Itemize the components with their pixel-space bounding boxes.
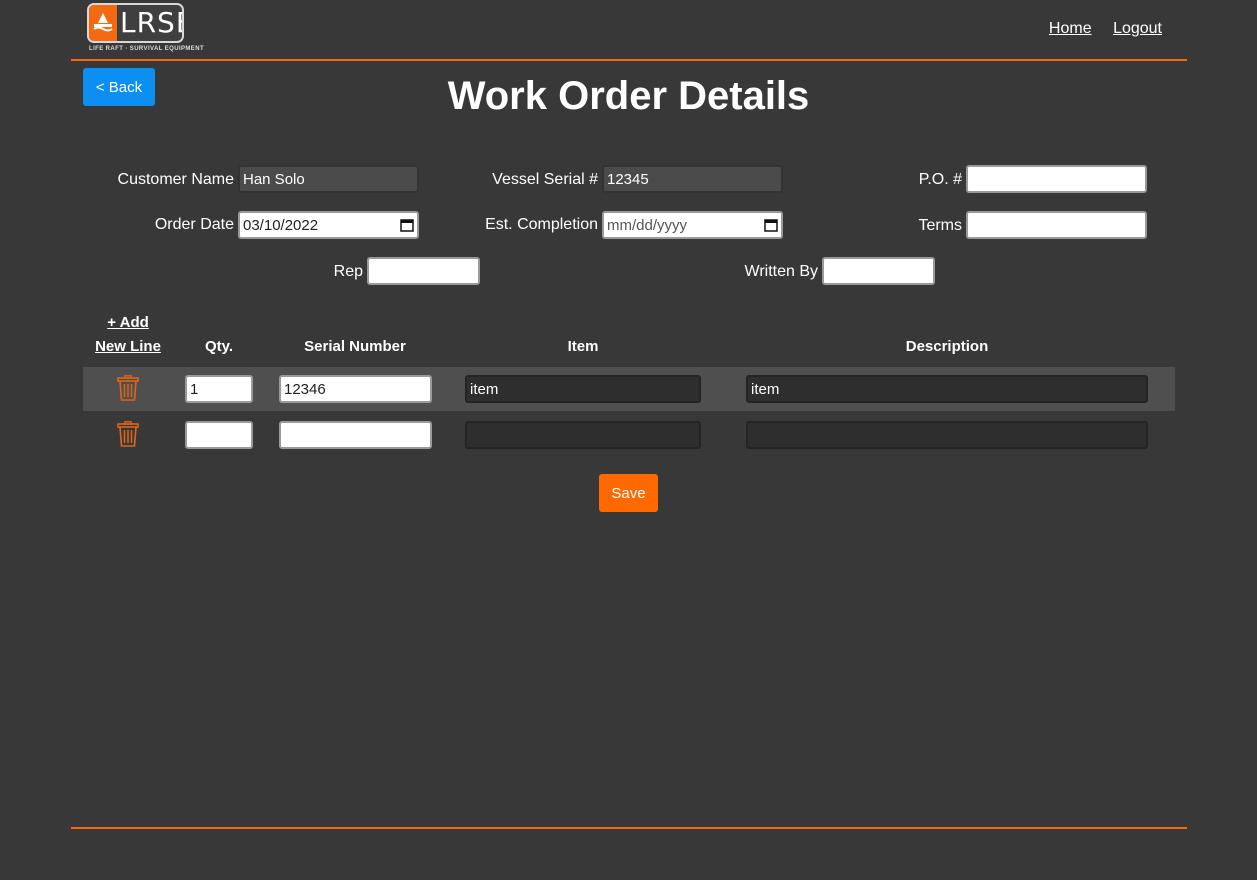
terms-label: Terms (918, 217, 962, 234)
serial-number-header: Serial Number (304, 338, 406, 355)
add-new-line-text-1: + Add (107, 314, 149, 331)
logo-badge: LRSE (87, 3, 184, 43)
site-header: LRSE LIFE RAFT · SURVIVAL EQUIPMENT Home… (71, 0, 1187, 61)
logo-text: LRSE (120, 6, 182, 39)
vessel-serial-field[interactable] (602, 165, 783, 193)
trash-icon[interactable] (117, 421, 139, 447)
row-2-serial-field[interactable] (279, 421, 432, 449)
row-2-item-field[interactable] (465, 421, 701, 449)
calendar-icon[interactable] (764, 218, 778, 232)
written-by-field[interactable] (822, 257, 935, 285)
po-number-field[interactable] (966, 165, 1147, 193)
rep-field[interactable] (367, 257, 480, 285)
customer-name-label: Customer Name (117, 171, 234, 188)
vessel-serial-label: Vessel Serial # (492, 171, 598, 188)
nav-home-link[interactable]: Home (1049, 20, 1092, 37)
row-1-item-field[interactable] (465, 375, 701, 403)
item-header: Item (567, 338, 599, 355)
qty-header: Qty. (204, 338, 234, 355)
page-title: Work Order Details (447, 74, 810, 118)
po-number-label: P.O. # (918, 171, 962, 188)
logo-tagline: LIFE RAFT · SURVIVAL EQUIPMENT (89, 46, 205, 52)
calendar-icon[interactable] (400, 218, 414, 232)
lrse-logo[interactable]: LRSE LIFE RAFT · SURVIVAL EQUIPMENT (87, 3, 204, 55)
terms-field[interactable] (966, 211, 1147, 239)
row-1-serial-field[interactable] (279, 375, 432, 403)
description-header: Description (905, 338, 989, 355)
est-completion-label: Est. Completion (485, 216, 598, 233)
footer-divider (71, 827, 1187, 829)
row-2-qty-field[interactable] (185, 421, 253, 449)
customer-name-field[interactable] (238, 165, 419, 193)
add-new-line-text-2: New Line (95, 338, 161, 355)
life-raft-icon (89, 5, 117, 41)
rep-label: Rep (333, 263, 363, 280)
est-completion-field[interactable]: mm/dd/yyyy (602, 211, 783, 239)
add-new-line-link[interactable]: + Add New Line (88, 314, 168, 355)
row-1-qty-field[interactable] (185, 375, 253, 403)
est-completion-placeholder: mm/dd/yyyy (607, 216, 688, 234)
order-date-field[interactable]: 03/10/2022 (238, 211, 419, 239)
trash-icon[interactable] (117, 375, 139, 401)
row-1-description-field[interactable] (746, 375, 1148, 403)
save-button[interactable]: Save (599, 474, 658, 512)
written-by-label: Written By (744, 263, 819, 280)
order-date-label: Order Date (154, 216, 234, 233)
order-date-value: 03/10/2022 (243, 216, 319, 234)
top-nav: Home Logout (1032, 20, 1162, 38)
nav-logout-link[interactable]: Logout (1113, 20, 1162, 37)
row-2-description-field[interactable] (746, 421, 1148, 449)
